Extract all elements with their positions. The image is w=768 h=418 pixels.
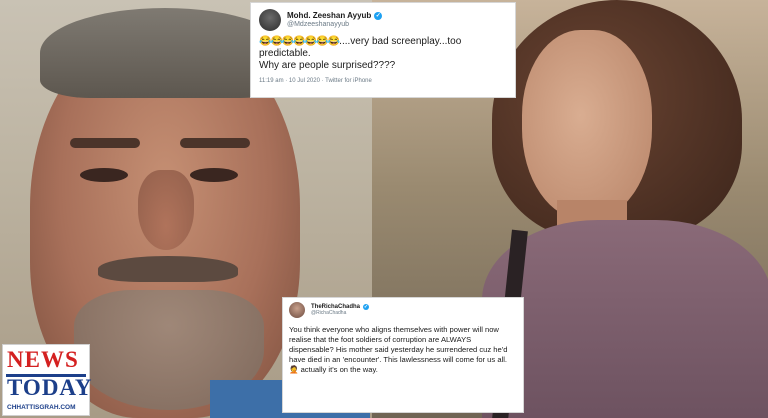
tweet-author: TheRichaChadha ✓ @RichaChadha [311,304,370,316]
right-eye [190,168,238,182]
display-name: Mohd. Zeeshan Ayyub ✓ [287,11,383,21]
tweet-text: 😂😂😂😂😂😂😂....very bad screenplay...too pre… [259,36,507,72]
verified-icon: ✓ [374,12,383,21]
tweet-header: Mohd. Zeeshan Ayyub ✓ @Mdzeeshanayyub [259,9,507,31]
logo-word-news: NEWS [7,347,79,372]
nose [138,170,194,250]
avatar [259,9,281,31]
tweet-card-bottom: TheRichaChadha ✓ @RichaChadha You think … [282,297,524,413]
tweet-header: TheRichaChadha ✓ @RichaChadha [289,302,517,318]
mustache [98,256,238,282]
tweet-text: You think everyone who aligns themselves… [289,325,508,374]
tweet-author: Mohd. Zeeshan Ayyub ✓ @Mdzeeshanayyub [287,11,383,28]
handle: @RichaChadha [311,309,347,316]
tweet-text-line2: Why are people surprised???? [259,60,396,71]
left-eyebrow [70,138,140,148]
news-today-logo: NEWS TODAY CHHATTISGRAH.COM [2,344,93,416]
laughing-emoji-icons: 😂😂😂😂😂😂😂 [259,36,340,47]
woman-face [522,30,652,220]
logo-word-today: TODAY [7,375,93,400]
verified-icon: ✓ [363,304,370,311]
tweet-card-top: Mohd. Zeeshan Ayyub ✓ @Mdzeeshanayyub 😂😂… [250,2,516,98]
left-eye [80,168,128,182]
avatar [289,302,305,318]
tweet-timestamp: 11:19 am · 10 Jul 2020 · Twitter for iPh… [259,78,372,84]
handle: @Mdzeeshanayyub [287,20,349,28]
logo-site-url: CHHATTISGRAH.COM [7,404,76,411]
right-eyebrow [180,138,250,148]
collage-image: Mohd. Zeeshan Ayyub ✓ @Mdzeeshanayyub 😂😂… [0,0,768,418]
display-name-text: Mohd. Zeeshan Ayyub [287,11,372,21]
